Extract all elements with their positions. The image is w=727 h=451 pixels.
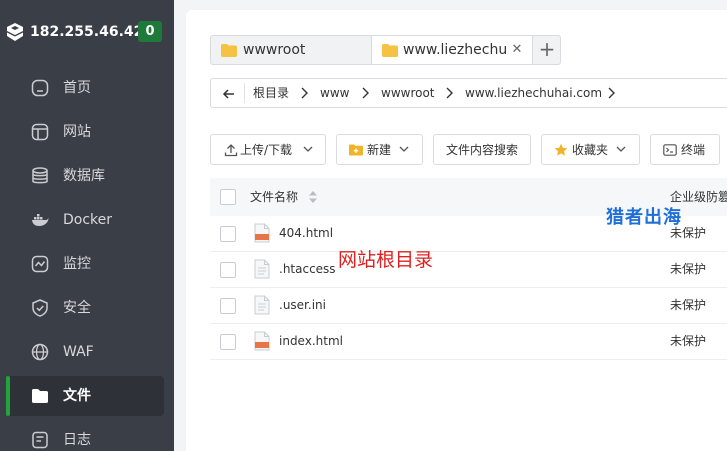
button-label: 上传/下载: [240, 143, 293, 157]
upload-icon: [224, 144, 238, 157]
chevron-down-icon: [303, 146, 313, 152]
annotation-label: 网站根目录: [338, 249, 434, 271]
star-icon: [554, 143, 568, 156]
home-icon: [31, 79, 49, 97]
sidebar-item-label: Docker: [63, 212, 113, 228]
chevron-right-icon: [608, 87, 615, 99]
folder-icon: [221, 44, 237, 57]
file-tabs: wwwroot www.liezhechu ✕ +: [210, 35, 561, 65]
breadcrumb-www[interactable]: www: [320, 85, 349, 101]
protection-status: 未保护: [670, 262, 707, 276]
arrow-left-icon[interactable]: [221, 86, 237, 102]
monitor-icon: [31, 255, 49, 273]
add-tab-button[interactable]: +: [533, 36, 561, 64]
sidebar-item-security[interactable]: 安全: [6, 288, 164, 328]
terminal-button[interactable]: 终端: [650, 134, 720, 165]
sidebar-item-label: WAF: [63, 344, 94, 360]
button-label: 文件内容搜索: [446, 143, 519, 157]
new-folder-icon: [349, 144, 363, 156]
sidebar-item-files[interactable]: 文件: [6, 376, 164, 416]
server-ip: 182.255.46.42: [30, 24, 144, 40]
table-row[interactable]: .htaccess 未保护: [210, 252, 727, 288]
button-label: 收藏夹: [572, 143, 609, 157]
sidebar: 182.255.46.42 0 首页 网站 数据库 Docker 监控 安全 W…: [0, 0, 174, 451]
protection-status: 未保护: [670, 334, 707, 348]
chevron-down-icon: [399, 146, 409, 152]
server-header: 182.255.46.42 0: [0, 0, 174, 62]
sort-icon[interactable]: [308, 189, 318, 205]
select-all-checkbox[interactable]: [220, 189, 236, 205]
breadcrumb-site[interactable]: www.liezhechuhai.com: [465, 85, 602, 101]
html-file-icon: [254, 331, 270, 351]
sidebar-item-label: 监控: [63, 256, 91, 272]
terminal-icon: [663, 144, 677, 156]
tab-site-folder[interactable]: www.liezhechu ✕: [371, 36, 533, 64]
divider: [244, 83, 245, 103]
sidebar-item-database[interactable]: 数据库: [6, 156, 164, 196]
file-name[interactable]: .user.ini: [279, 297, 326, 313]
sidebar-item-label: 安全: [63, 300, 91, 316]
html-file-icon: [254, 223, 270, 243]
content-search-button[interactable]: 文件内容搜索: [433, 134, 531, 165]
server-logo-icon: [7, 23, 23, 41]
folder-icon: [32, 389, 48, 403]
sidebar-item-label: 数据库: [63, 168, 105, 184]
log-icon: [32, 431, 48, 449]
website-icon: [31, 123, 49, 141]
chevron-right-icon: [446, 87, 453, 99]
watermark-text: 猎者出海: [606, 207, 682, 228]
tab-label: wwwroot: [243, 42, 306, 58]
sidebar-item-label: 文件: [63, 388, 91, 404]
table-row[interactable]: index.html 未保护: [210, 324, 727, 360]
new-button[interactable]: 新建: [336, 134, 423, 165]
chevron-right-icon: [301, 87, 308, 99]
row-checkbox[interactable]: [220, 226, 236, 242]
file-name[interactable]: index.html: [279, 333, 343, 349]
tab-wwwroot[interactable]: wwwroot: [211, 36, 371, 64]
row-checkbox[interactable]: [220, 262, 236, 278]
file-name[interactable]: 404.html: [279, 225, 333, 241]
button-label: 终端: [681, 143, 706, 157]
sidebar-item-website[interactable]: 网站: [6, 112, 164, 152]
upload-download-button[interactable]: 上传/下载: [210, 134, 326, 165]
close-icon[interactable]: ✕: [511, 43, 523, 57]
tab-label: www.liezhechu: [403, 42, 508, 58]
column-header-name[interactable]: 文件名称: [250, 189, 298, 205]
shield-icon: [32, 299, 48, 317]
row-checkbox[interactable]: [220, 334, 236, 350]
text-file-icon: [254, 259, 270, 279]
sidebar-item-label: 网站: [63, 124, 91, 140]
breadcrumb-root[interactable]: 根目录: [253, 85, 289, 101]
sidebar-item-waf[interactable]: WAF: [6, 332, 164, 372]
alert-count-badge[interactable]: 0: [138, 21, 162, 42]
chevron-down-icon: [616, 146, 626, 152]
column-header-protection: 企业级防篡: [670, 190, 727, 204]
sidebar-item-docker[interactable]: Docker: [6, 200, 164, 240]
sidebar-item-monitor[interactable]: 监控: [6, 244, 164, 284]
row-checkbox[interactable]: [220, 298, 236, 314]
waf-icon: [31, 343, 49, 361]
sidebar-item-logs[interactable]: 日志: [6, 420, 164, 451]
favorites-button[interactable]: 收藏夹: [541, 134, 640, 165]
file-name[interactable]: .htaccess: [279, 261, 336, 277]
button-label: 新建: [367, 143, 392, 157]
path-bar[interactable]: 根目录 www wwwroot www.liezhechuhai.com: [210, 78, 727, 108]
chevron-right-icon: [362, 87, 369, 99]
sidebar-item-label: 日志: [63, 432, 91, 448]
database-icon: [32, 167, 48, 184]
sidebar-item-home[interactable]: 首页: [6, 68, 164, 108]
file-manager-panel: wwwroot www.liezhechu ✕ + 根目录 www wwwroo…: [186, 10, 727, 451]
docker-icon: [32, 214, 49, 226]
sidebar-item-label: 首页: [63, 80, 91, 96]
protection-status: 未保护: [670, 298, 707, 312]
text-file-icon: [254, 295, 270, 315]
breadcrumb-wwwroot[interactable]: wwwroot: [381, 85, 435, 101]
table-row[interactable]: .user.ini 未保护: [210, 288, 727, 324]
folder-icon: [382, 44, 398, 57]
